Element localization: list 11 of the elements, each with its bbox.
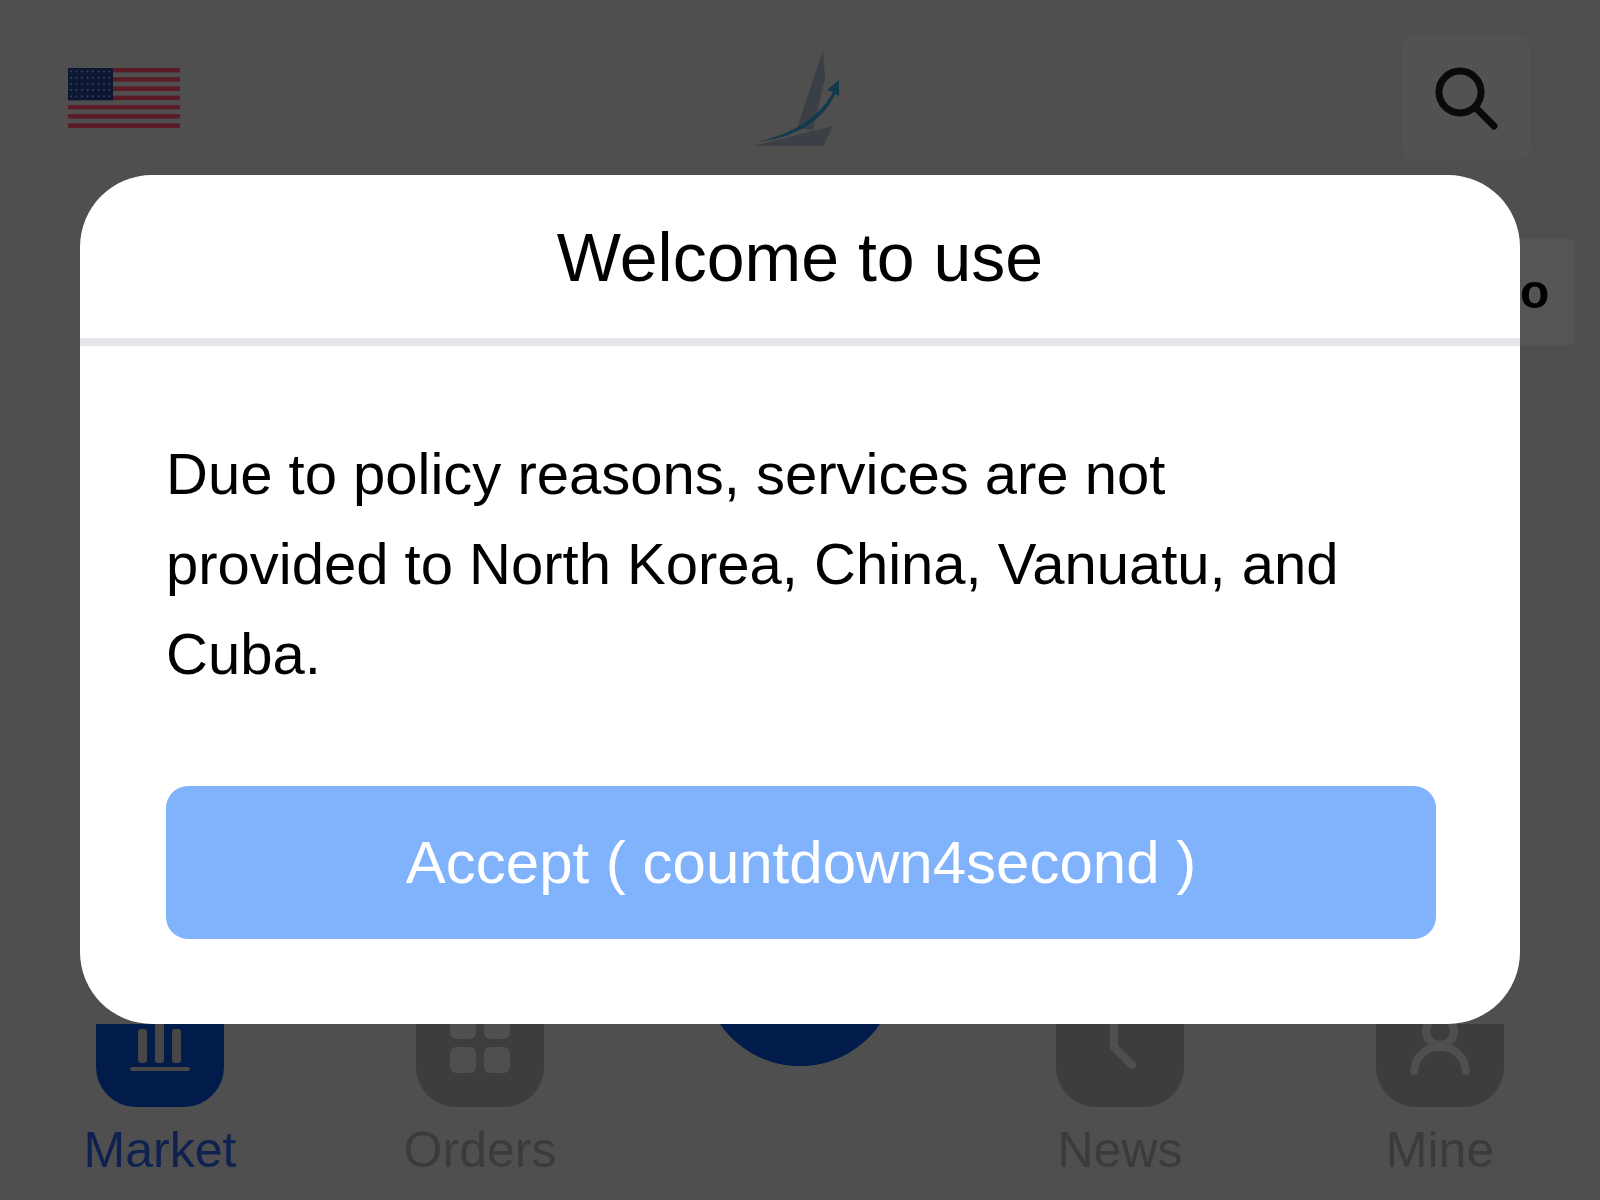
bar-chart-icon bbox=[96, 1024, 224, 1107]
circle-button[interactable] bbox=[720, 1024, 880, 1066]
dialog-message: Due to policy reasons, services are not provided to North Korea, China, Vanuatu, and Cuba. bbox=[166, 440, 1340, 688]
person-icon bbox=[1376, 1024, 1504, 1107]
nav-tab[interactable]: Market bbox=[83, 1024, 237, 1178]
flag-icon bbox=[68, 67, 180, 128]
notice-text: o bbox=[1520, 239, 1574, 345]
grid-icon bbox=[416, 1024, 544, 1107]
dialog-title: Welcome to use bbox=[556, 217, 1044, 297]
clock-icon bbox=[1056, 1024, 1184, 1107]
accept-button[interactable]: Accept ( countdown4second ) bbox=[166, 786, 1436, 939]
